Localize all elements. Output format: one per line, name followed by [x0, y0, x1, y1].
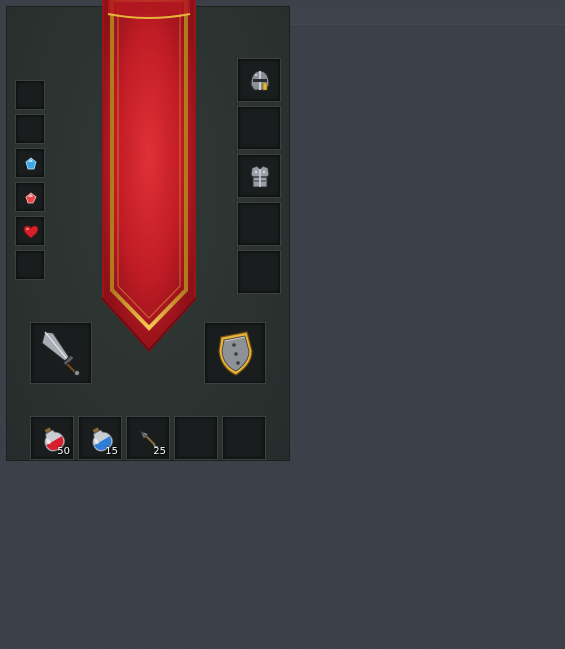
chest-armor-icon — [250, 165, 270, 188]
top-strip — [290, 0, 565, 25]
armor-slot[interactable] — [237, 106, 281, 150]
red-gem-icon — [25, 192, 37, 204]
chest-armor-slot[interactable] — [237, 154, 281, 198]
banner-icon — [101, 0, 197, 352]
trinket-slot[interactable] — [15, 148, 45, 178]
helmet-slot[interactable] — [237, 58, 281, 102]
trinket-slot[interactable] — [15, 80, 45, 110]
blue-gem-icon — [25, 157, 37, 170]
sword-icon — [41, 331, 80, 376]
item-count: 25 — [153, 446, 166, 457]
armor-slot[interactable] — [237, 202, 281, 246]
shield-icon — [218, 331, 253, 376]
trinket-slot[interactable] — [15, 250, 45, 280]
offhand-slot[interactable] — [204, 322, 266, 384]
quick-slot[interactable]: 25 — [126, 416, 170, 460]
trinket-slot[interactable] — [15, 182, 45, 212]
armor-slot[interactable] — [237, 250, 281, 294]
quick-slot[interactable]: 50 — [30, 416, 74, 460]
item-count: 15 — [105, 446, 118, 457]
helmet-icon — [250, 70, 270, 91]
item-count: 50 — [57, 446, 70, 457]
trinket-slot[interactable] — [15, 216, 45, 246]
heart-icon — [23, 225, 39, 239]
trinket-slot[interactable] — [15, 114, 45, 144]
quick-slot[interactable] — [174, 416, 218, 460]
weapon-slot[interactable] — [30, 322, 92, 384]
quick-slot[interactable] — [222, 416, 266, 460]
quick-slot[interactable]: 15 — [78, 416, 122, 460]
